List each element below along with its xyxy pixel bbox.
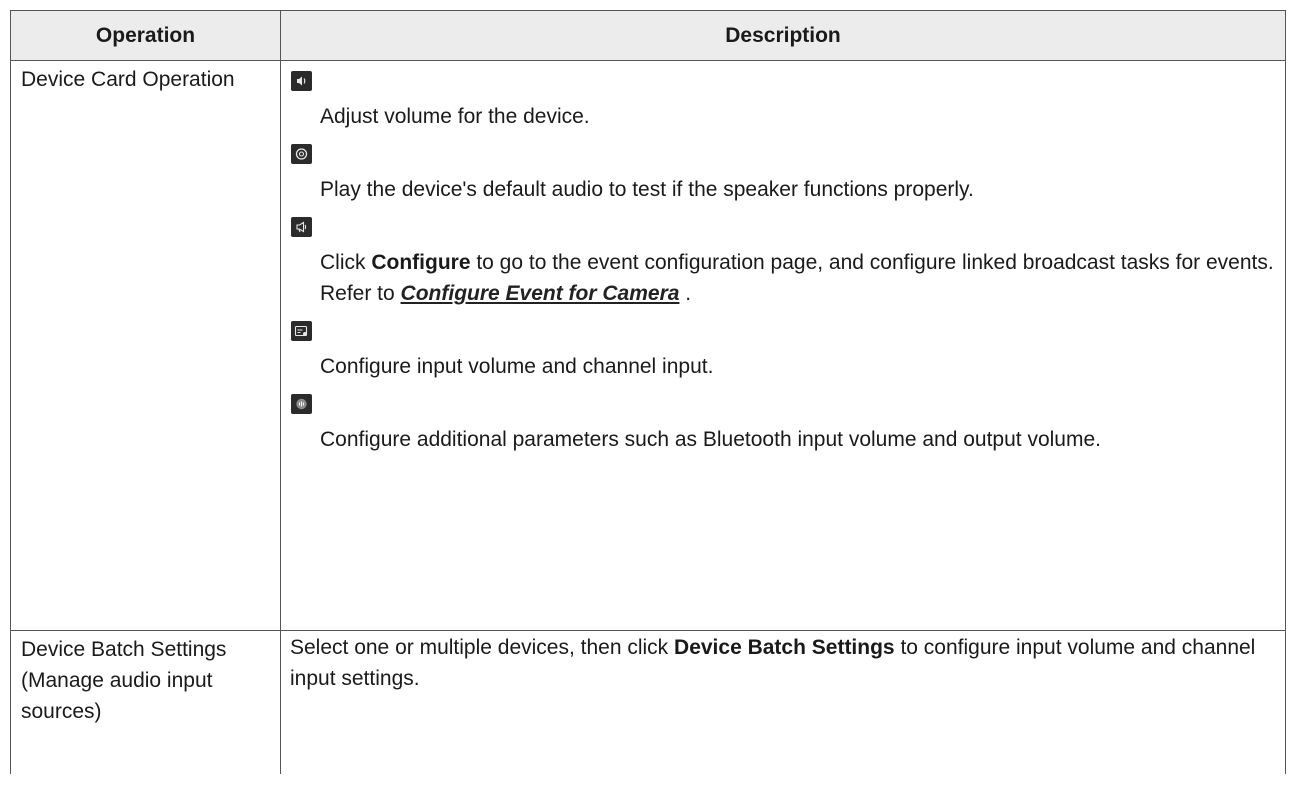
- table-header-row: Operation Description: [10, 10, 1286, 61]
- operations-table: Operation Description Device Card Operat…: [10, 10, 1286, 774]
- description-cell: Select one or multiple devices, then cli…: [280, 630, 1286, 774]
- text-segment: Click: [320, 251, 372, 274]
- audio-test-icon: [291, 144, 312, 164]
- description-cell: Adjust volume for the device. Play the d…: [280, 60, 1286, 631]
- description-item-text: Click Configure to go to the event confi…: [291, 247, 1277, 309]
- description-item-text: Configure additional parameters such as …: [320, 428, 1101, 451]
- description-column-header: Description: [280, 10, 1286, 61]
- description-item-text: Play the device's default audio to test …: [320, 178, 974, 201]
- operation-cell: Device Card Operation: [10, 60, 281, 631]
- configure-event-for-camera-link[interactable]: Configure Event for Camera: [401, 282, 680, 305]
- text-segment: .: [679, 282, 692, 305]
- input-settings-icon: [291, 321, 312, 341]
- description-item-text: Adjust volume for the device.: [320, 105, 590, 128]
- configure-bold-label: Configure: [371, 251, 471, 274]
- table-row: Device Batch Settings (Manage audio inpu…: [10, 630, 1286, 774]
- bluetooth-audio-icon: [291, 394, 312, 414]
- operation-cell: Device Batch Settings (Manage audio inpu…: [10, 630, 281, 774]
- operation-column-header: Operation: [10, 10, 281, 61]
- description-item-text: Configure input volume and channel input…: [320, 355, 714, 378]
- volume-icon: [291, 71, 312, 91]
- broadcast-icon: [291, 217, 312, 237]
- table-row: Device Card Operation Adjust volume for …: [10, 60, 1286, 631]
- text-segment: Select one or multiple devices, then cli…: [290, 636, 675, 659]
- device-batch-settings-bold-label: Device Batch Settings: [674, 636, 895, 659]
